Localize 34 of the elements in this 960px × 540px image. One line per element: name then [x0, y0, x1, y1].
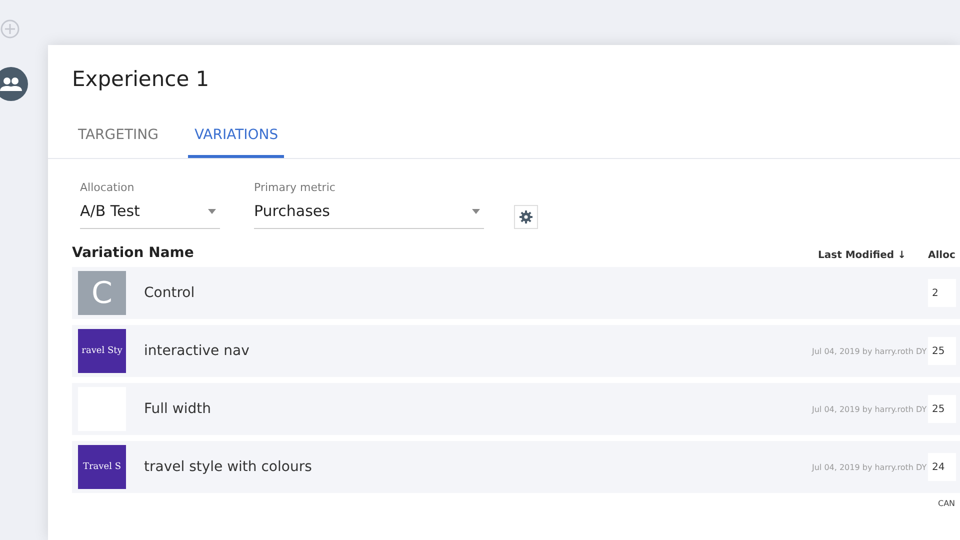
settings-button[interactable]: [514, 205, 538, 229]
variation-thumbnail: Travel S: [78, 445, 126, 489]
allocation-field[interactable]: 25: [928, 337, 956, 365]
experience-title: Experience 1: [72, 67, 210, 91]
last-modified: Jul 04, 2019 by harry.roth DY: [812, 346, 928, 356]
tab[interactable]: TARGETING: [72, 119, 164, 158]
field-label: Allocation: [80, 181, 136, 194]
sort-column-header[interactable]: Last Modified ↓: [818, 250, 928, 261]
column-header: Variation Name: [72, 245, 195, 261]
group-icon[interactable]: [0, 67, 28, 101]
field-label: Primary metric: [254, 181, 336, 194]
variation-thumbnail: ravel Sty: [78, 329, 126, 373]
metric-dropdown[interactable]: Purchases: [254, 200, 484, 229]
variation-row[interactable]: Full width Jul 04, 2019 by harry.roth DY 25: [72, 383, 960, 435]
last-modified: Jul 04, 2019 by harry.roth DY: [812, 462, 928, 472]
allocation-field[interactable]: 24: [928, 453, 956, 481]
cancel-button[interactable]: CAN: [938, 499, 960, 508]
last-modified: Jul 04, 2019 by harry.roth DY: [812, 404, 928, 414]
column-header: Alloc: [928, 250, 956, 261]
variation-row[interactable]: C Control 2: [72, 267, 960, 319]
caret-icon: [208, 208, 216, 214]
variation-row[interactable]: ravel Sty interactive nav Jul 04, 2019 by harry.roth DY 25: [72, 325, 960, 377]
variation-name: interactive nav: [144, 343, 250, 359]
variation-name: Control: [144, 285, 196, 301]
variation-name: travel style with colours: [144, 459, 313, 475]
settings-icon: [519, 210, 533, 224]
allocation-field[interactable]: 2: [928, 279, 956, 307]
variation-name: Full width: [144, 401, 212, 417]
caret-icon: [472, 208, 480, 214]
variation-row[interactable]: Travel S travel style with colours Jul 04, 2019 by harry.roth DY 24: [72, 441, 960, 493]
allocation-dropdown[interactable]: A/B Test: [80, 200, 220, 229]
variation-thumbnail: C: [78, 271, 126, 315]
tab[interactable]: VARIATIONS: [188, 119, 284, 158]
allocation-field[interactable]: 25: [928, 395, 956, 423]
